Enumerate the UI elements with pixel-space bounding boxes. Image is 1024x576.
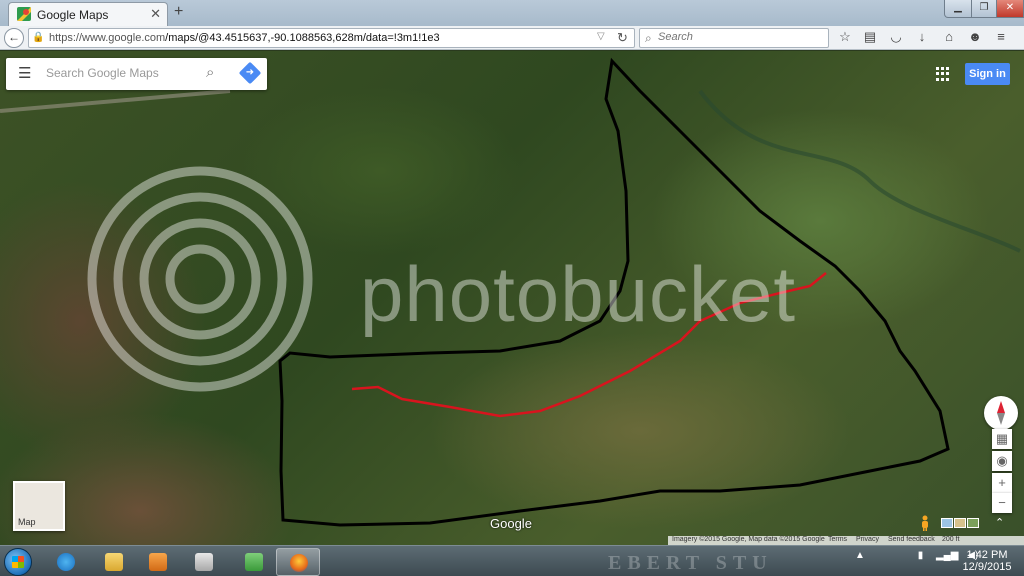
google-logo: Google — [490, 516, 532, 531]
internet-explorer-icon — [57, 553, 75, 571]
signal-icon[interactable]: ▂▄▆ — [936, 550, 958, 561]
reading-list-icon[interactable]: ▤ — [861, 28, 879, 46]
maps-search-panel: ☰ ⌕ ➜ — [6, 58, 267, 90]
send-feedback-link[interactable]: Send feedback — [888, 536, 935, 543]
compass-icon[interactable] — [984, 396, 1018, 430]
restore-button[interactable]: ❐ — [971, 0, 997, 18]
start-button[interactable] — [4, 548, 32, 576]
tilt-button[interactable]: ▦ — [992, 429, 1012, 449]
network-icon[interactable]: ▮ — [918, 550, 924, 561]
url-host: https://www.google.com — [49, 32, 166, 44]
menu-icon[interactable]: ≡ — [992, 28, 1010, 46]
map-view-toggle[interactable]: Map — [13, 481, 65, 531]
minimize-icon: ▁ — [954, 2, 962, 13]
zoom-in-button[interactable]: + — [992, 473, 1012, 493]
taskbar-file-explorer[interactable] — [92, 548, 136, 576]
tab-google-maps[interactable]: Google Maps ✕ — [8, 2, 168, 26]
scale-label: 200 ft — [942, 536, 960, 543]
close-icon: ✕ — [1005, 2, 1015, 13]
expand-chevron-icon[interactable]: ⌃ — [995, 516, 1004, 529]
address-bar[interactable]: 🔒 https://www.google.com/maps/@43.451563… — [28, 28, 635, 48]
satellite-map[interactable]: photobucket ☰ ⌕ ➜ Sign in ▦ ◉ + − Map Go… — [0, 51, 1024, 545]
clock-date: 12/9/2015 — [962, 561, 1012, 573]
back-button[interactable]: ← — [4, 28, 24, 48]
taskbar-media-player[interactable] — [136, 548, 180, 576]
clock-time: 1:42 PM — [966, 549, 1008, 561]
taskbar-internet-explorer[interactable] — [44, 548, 88, 576]
compass-needle-icon — [997, 401, 1005, 425]
home-icon[interactable]: ⌂ — [940, 28, 958, 46]
pocket-icon[interactable]: ◡ — [887, 28, 905, 46]
taskbar-firefox[interactable] — [276, 548, 320, 576]
imagery-attribution: Imagery ©2015 Google, Map data ©2015 Goo… — [672, 536, 825, 543]
taskbar-overlay-text: EBERT STU — [608, 552, 773, 574]
sign-in-button[interactable]: Sign in — [965, 63, 1010, 85]
browser-search-input[interactable] — [658, 31, 823, 43]
maps-search-input[interactable] — [46, 66, 196, 80]
media-player-icon — [149, 553, 167, 571]
tab-strip: Google Maps ✕ + ▁ ❐ ✕ — [0, 0, 1024, 26]
hp-icon — [245, 553, 263, 571]
bookmark-star-icon[interactable]: ☆ — [836, 28, 854, 46]
pegman-icon[interactable] — [919, 515, 931, 531]
taskbar-hp[interactable] — [232, 548, 276, 576]
google-maps-icon — [17, 7, 31, 21]
taskbar-printer[interactable] — [182, 548, 226, 576]
zoom-out-button[interactable]: − — [992, 493, 1012, 513]
url-path: /maps/@43.4515637,-90.1088563,628m/data=… — [165, 32, 440, 44]
tab-title: Google Maps — [37, 8, 109, 22]
download-icon[interactable]: ↓ — [913, 28, 931, 46]
windows-logo-icon — [12, 556, 24, 568]
windows-taskbar: EBERT STU ▲ ▮ ▂▄▆ ◀) 1:42 PM 12/9/2015 — [0, 545, 1024, 576]
reload-icon[interactable]: ↻ — [617, 30, 628, 46]
lock-icon: 🔒 — [32, 32, 45, 43]
close-tab-icon[interactable]: ✕ — [150, 6, 161, 22]
map-toggle-label: Map — [18, 517, 36, 527]
show-hidden-icons-icon[interactable]: ▲ — [855, 550, 865, 561]
directions-icon: ➜ — [245, 67, 255, 78]
layer-thumbnails[interactable] — [941, 518, 979, 528]
history-dropdown-icon[interactable]: ▽ — [597, 31, 605, 42]
browser-search-box[interactable]: ⌕ — [639, 28, 829, 48]
search-icon[interactable]: ⌕ — [206, 64, 214, 81]
photobucket-watermark: photobucket — [360, 250, 797, 338]
photobucket-logo — [87, 166, 313, 392]
close-window-button[interactable]: ✕ — [996, 0, 1024, 18]
firefox-icon — [290, 554, 308, 572]
google-apps-icon[interactable] — [936, 67, 950, 81]
privacy-link[interactable]: Privacy — [856, 536, 879, 543]
system-clock[interactable]: 1:42 PM 12/9/2015 — [962, 549, 1012, 573]
directions-button[interactable]: ➜ — [238, 61, 262, 85]
system-tray[interactable]: ▲ ▮ ▂▄▆ ◀) — [855, 550, 978, 561]
search-icon: ⌕ — [645, 31, 652, 45]
hamburger-menu-icon[interactable]: ☰ — [18, 66, 31, 81]
chat-icon[interactable]: ☻ — [966, 28, 984, 46]
terms-link[interactable]: Terms — [828, 536, 847, 543]
minimize-button[interactable]: ▁ — [944, 0, 972, 18]
map-footer: Imagery ©2015 Google, Map data ©2015 Goo… — [668, 536, 1024, 545]
url-text: https://www.google.com/maps/@43.4515637,… — [49, 32, 440, 44]
folder-icon — [105, 553, 123, 571]
printer-icon — [195, 553, 213, 571]
restore-icon: ❐ — [979, 2, 989, 13]
new-tab-button[interactable]: + — [174, 3, 183, 21]
my-location-button[interactable]: ◉ — [992, 451, 1012, 471]
